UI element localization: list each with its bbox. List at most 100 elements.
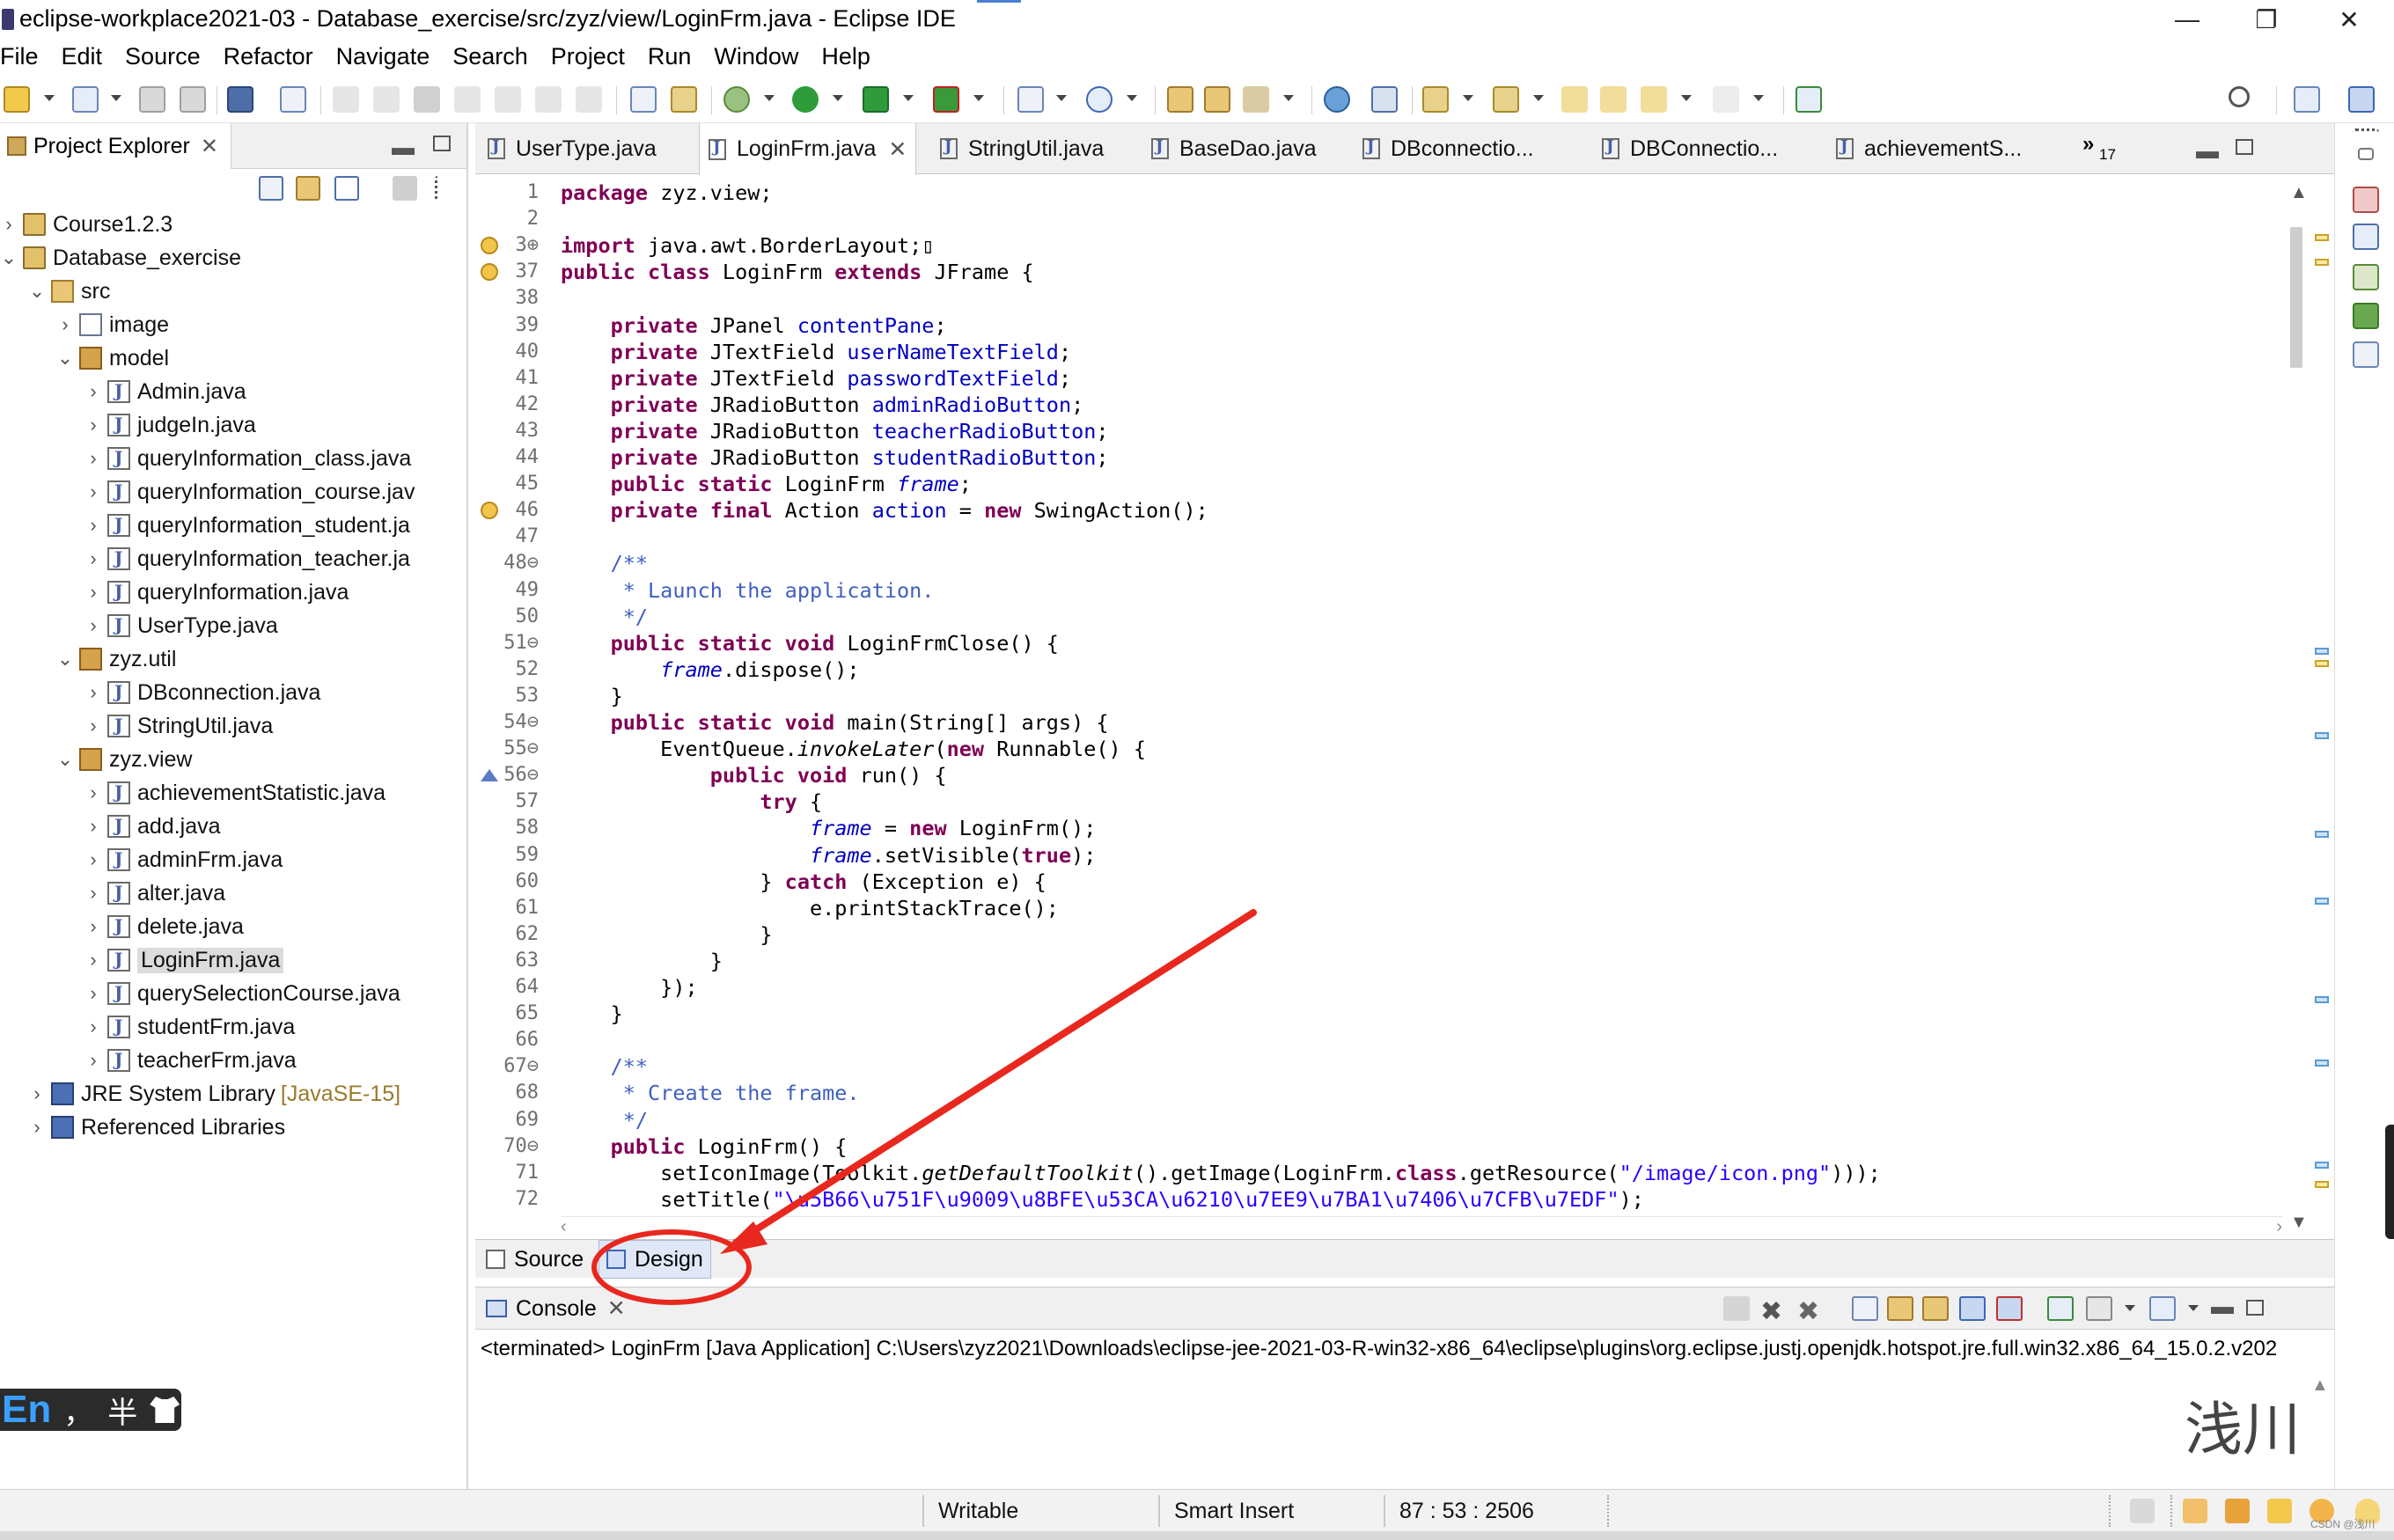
chevron-right-icon[interactable]: › — [84, 614, 102, 637]
chevron-right-icon[interactable]: › — [84, 815, 102, 838]
code-line[interactable]: }); — [561, 974, 697, 1001]
tree-item[interactable]: › queryInformation.java — [0, 576, 466, 609]
code-line[interactable]: public static LoginFrm frame; — [561, 471, 972, 497]
new-java-project-icon[interactable] — [1017, 86, 1044, 113]
disconnect-icon[interactable] — [454, 86, 481, 113]
forward-history-icon[interactable] — [1600, 86, 1627, 113]
code-line[interactable]: import java.awt.BorderLayout;▯ — [561, 232, 934, 259]
step-over-icon[interactable] — [535, 86, 562, 113]
resume-icon[interactable] — [333, 86, 359, 113]
outline-icon[interactable] — [2353, 187, 2379, 213]
close-icon[interactable]: ✕ — [201, 134, 218, 159]
run-with-coverage-icon[interactable] — [863, 86, 889, 113]
code-line[interactable]: public LoginFrm() { — [561, 1133, 848, 1160]
chevron-right-icon[interactable]: › — [84, 949, 102, 972]
save-all-icon[interactable] — [180, 86, 206, 113]
tree-item[interactable]: ⌄ zyz.view — [0, 743, 466, 776]
pin-editor-icon[interactable] — [1796, 86, 1822, 113]
chevron-right-icon[interactable]: › — [28, 1082, 46, 1105]
chevron-down-icon[interactable] — [903, 95, 914, 101]
scroll-up-icon[interactable]: ▲ — [2290, 183, 2308, 203]
code-line[interactable]: private JTextField userNameTextField; — [561, 339, 1072, 365]
menu-project[interactable]: Project — [540, 43, 636, 70]
tree-item[interactable]: ⌄ model — [0, 341, 466, 375]
status-cursor-position[interactable]: 87 : 53 : 2506 — [1399, 1499, 1534, 1524]
chevron-right-icon[interactable]: › — [84, 1016, 102, 1038]
ime-skin-icon[interactable] — [150, 1397, 180, 1423]
tree-item[interactable]: › queryInformation_course.jav — [0, 475, 466, 509]
search-icon[interactable] — [2229, 86, 2250, 107]
suspend-icon[interactable] — [373, 86, 400, 113]
code-line[interactable]: setTitle("\u5B66\u751F\u9009\u8BFE\u53CA… — [561, 1186, 1644, 1213]
chevron-right-icon[interactable]: › — [84, 480, 102, 503]
trim-menu-icon[interactable] — [2353, 128, 2379, 136]
tree-item[interactable]: › teacherFrm.java — [0, 1044, 466, 1077]
chevron-down-icon[interactable]: ⌄ — [56, 347, 74, 370]
tree-item[interactable]: › queryInformation_class.java — [0, 442, 466, 475]
search-tool-icon[interactable] — [1243, 86, 1269, 113]
tree-item[interactable]: › judgeIn.java — [0, 408, 466, 442]
menu-refactor[interactable]: Refactor — [212, 43, 325, 70]
chevron-right-icon[interactable]: › — [84, 715, 102, 737]
palette-icon[interactable] — [2353, 303, 2379, 329]
code-line[interactable]: } catch (Exception e) { — [561, 869, 1046, 895]
chevron-right-icon[interactable]: › — [84, 514, 102, 537]
tree-item[interactable]: › UserType.java — [0, 609, 466, 642]
tree-item[interactable]: ⌄ src — [0, 275, 466, 308]
close-button[interactable]: ✕ — [2310, 0, 2389, 39]
debug-icon[interactable] — [723, 86, 750, 113]
close-icon[interactable]: ✕ — [888, 136, 907, 163]
skip-breakpoints-icon[interactable] — [280, 86, 306, 113]
java-perspective-icon[interactable] — [2348, 86, 2375, 113]
close-icon[interactable]: ✕ — [607, 1295, 626, 1322]
tree-item[interactable]: › queryInformation_teacher.ja — [0, 542, 466, 576]
pin-console-icon[interactable] — [2047, 1296, 2074, 1321]
chevron-right-icon[interactable]: › — [0, 213, 18, 236]
warning-marker[interactable] — [2315, 234, 2329, 241]
external-tools-icon[interactable] — [933, 86, 959, 113]
chevron-right-icon[interactable]: › — [84, 982, 102, 1005]
chevron-down-icon[interactable] — [1533, 95, 1544, 101]
screen-edge-handle[interactable] — [2385, 1125, 2394, 1239]
chevron-right-icon[interactable]: › — [84, 547, 102, 570]
chevron-down-icon[interactable]: ⌄ — [0, 246, 18, 269]
tab-dbconnection2-java[interactable]: DBConnectio... — [1602, 123, 1778, 174]
chevron-down-icon[interactable] — [764, 95, 775, 101]
task-list-icon[interactable] — [2353, 224, 2379, 250]
word-wrap-icon[interactable] — [1922, 1296, 1949, 1321]
tab-project-explorer[interactable]: Project Explorer ✕ — [0, 123, 231, 169]
tab-console[interactable]: Console ✕ — [486, 1287, 626, 1330]
ime-half-width[interactable]: 半 — [107, 1389, 137, 1432]
drop-to-frame-icon[interactable] — [630, 86, 657, 113]
tree-item[interactable]: › StringUtil.java — [0, 709, 466, 743]
save-icon[interactable] — [139, 86, 165, 113]
tab-usertype-java[interactable]: UserType.java — [488, 123, 657, 174]
code-line[interactable]: /** — [561, 550, 648, 576]
properties-icon[interactable] — [2353, 341, 2379, 368]
maximize-view-icon[interactable] — [2236, 139, 2253, 155]
tree-item[interactable]: › add.java — [0, 810, 466, 843]
minimize-view-icon[interactable]: ▬ — [2196, 137, 2219, 165]
menu-source[interactable]: Source — [114, 43, 212, 70]
display-selected-console-icon[interactable] — [2086, 1296, 2112, 1321]
open-type-icon[interactable] — [1167, 86, 1193, 113]
step-return-icon[interactable] — [576, 86, 602, 113]
step-into-icon[interactable] — [495, 86, 521, 113]
run-icon[interactable] — [792, 86, 819, 113]
tab-source[interactable]: Source — [486, 1240, 584, 1279]
editor-vertical-scrollbar[interactable]: ▲ ▼ — [2283, 174, 2310, 1232]
new-icon[interactable] — [4, 86, 30, 113]
code-line[interactable]: */ — [561, 1107, 648, 1133]
maximize-view-icon[interactable] — [2246, 1300, 2264, 1316]
occurrence-marker[interactable] — [2315, 1060, 2329, 1067]
override-icon[interactable] — [481, 769, 498, 782]
occurrence-marker[interactable] — [2315, 648, 2329, 655]
scroll-right-icon[interactable]: › — [2276, 1217, 2282, 1237]
hierarchy-icon[interactable] — [2353, 264, 2379, 290]
code-line[interactable]: } — [561, 921, 772, 948]
code-line[interactable]: e.printStackTrace(); — [561, 895, 1059, 921]
tab-loginfrm-java[interactable]: LoginFrm.java ✕ — [699, 123, 917, 175]
view-menu-icon[interactable] — [435, 176, 444, 201]
overview-ruler[interactable] — [2310, 174, 2334, 1230]
code-line[interactable]: frame.dispose(); — [561, 656, 859, 683]
